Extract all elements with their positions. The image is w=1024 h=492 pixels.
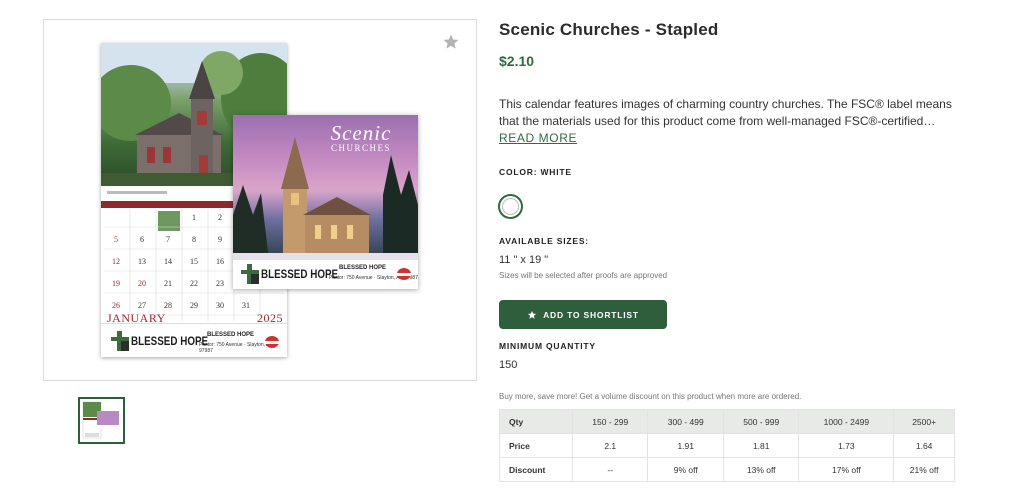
advertiser-name-small: BLESSED HOPE: [207, 332, 255, 338]
table-cell: 1.73: [798, 433, 895, 458]
table-header: 500 - 999: [722, 409, 800, 434]
product-thumbnail[interactable]: [78, 397, 125, 444]
advertiser-name: BLESSED HOPE: [131, 334, 209, 348]
calendar-cover-artwork: Scenic CHURCHES BLESSED HOPE BLESSED HOP…: [233, 115, 418, 289]
advertiser-strip: BLESSED HOPE BLESSED HOPE Pastor: 750 Av…: [101, 323, 287, 357]
cover-advertiser-strip: BLESSED HOPE BLESSED HOPE Pastor: 750 Av…: [233, 260, 418, 289]
size-note: Sizes will be selected after proofs are …: [499, 271, 668, 280]
table-cell: --: [571, 457, 649, 482]
table-header: 300 - 499: [647, 409, 724, 434]
table-cell: 2.1: [571, 433, 649, 458]
size-value: 11 " x 19 ": [499, 254, 549, 266]
row-label: Discount: [499, 457, 573, 482]
church-logo-icon: [241, 264, 259, 284]
read-more-link[interactable]: READ MORE: [499, 131, 577, 145]
row-label: Price: [499, 433, 573, 458]
pricing-table: Qty 150 - 299 300 - 499 500 - 999 1000 -…: [499, 409, 955, 482]
table-cell: 13% off: [722, 457, 800, 482]
badge-icon: [397, 268, 411, 280]
table-cell: 1.64: [893, 433, 955, 458]
swatch-fill: [502, 198, 519, 215]
thumbnail-image: [82, 401, 119, 439]
table-cell: 9% off: [647, 457, 724, 482]
advertiser-name: BLESSED HOPE: [261, 267, 339, 281]
table-cell: 1.81: [722, 433, 800, 458]
header-text-line: [107, 191, 167, 194]
table-header: 1000 - 2499: [798, 409, 895, 434]
table-cell: 1.91: [647, 433, 724, 458]
color-swatch-white[interactable]: [498, 194, 523, 219]
table-header: 150 - 299: [571, 409, 649, 434]
product-main-image[interactable]: 1 2 5 6 7 8 9 12 13 14 15 16 19 20 21 22…: [43, 19, 477, 381]
advertiser-name-small: BLESSED HOPE: [339, 265, 387, 271]
product-description: This calendar features images of charmin…: [499, 97, 952, 128]
add-to-shortlist-button[interactable]: ADD TO SHORTLIST: [499, 300, 667, 329]
volume-discount-note: Buy more, save more! Get a volume discou…: [499, 392, 802, 401]
product-title: Scenic Churches - Stapled: [499, 20, 719, 39]
favorite-star-icon[interactable]: [442, 33, 460, 51]
shortlist-label: ADD TO SHORTLIST: [543, 309, 639, 320]
star-icon: [527, 310, 537, 319]
table-header: 2500+: [893, 409, 955, 434]
pricing-header-row: Qty 150 - 299 300 - 499 500 - 999 1000 -…: [499, 409, 955, 434]
cover-title: Scenic CHURCHES: [311, 121, 411, 153]
product-price: $2.10: [499, 53, 535, 69]
min-qty-value: 150: [499, 359, 518, 371]
min-qty-label: MINIMUM QUANTITY: [499, 341, 596, 351]
sizes-label: AVAILABLE SIZES:: [499, 236, 589, 246]
table-cell: 17% off: [798, 457, 895, 482]
badge-icon: [265, 336, 279, 348]
table-row: Price 2.1 1.91 1.81 1.73 1.64: [499, 433, 955, 458]
cover-title-churches: CHURCHES: [330, 143, 391, 153]
cover-photo: Scenic CHURCHES: [233, 115, 418, 260]
church-logo-icon: [111, 331, 129, 351]
table-header: Qty: [499, 409, 573, 434]
table-row: Discount -- 9% off 13% off 17% off 21% o…: [499, 457, 955, 482]
color-label: COLOR: WHITE: [499, 167, 572, 177]
table-cell: 21% off: [893, 457, 955, 482]
